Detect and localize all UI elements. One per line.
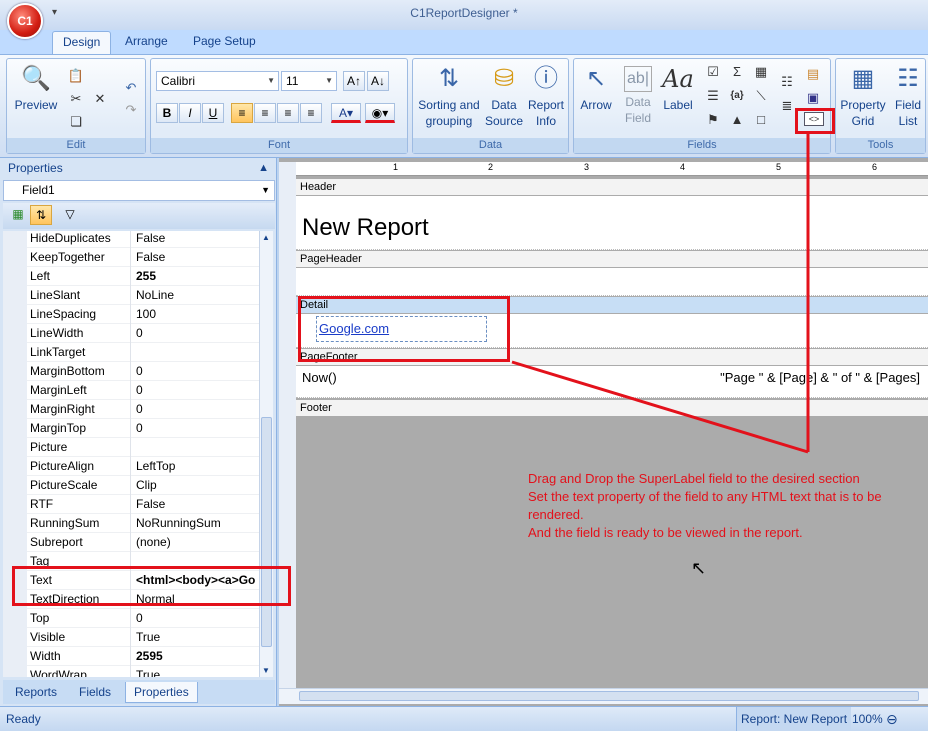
instruction-line: Drag and Drop the SuperLabel field to th… xyxy=(528,471,860,486)
mouse-cursor-icon: ↖ xyxy=(691,558,707,578)
instruction-line: And the field is ready to be viewed in t… xyxy=(528,525,803,540)
annotation-arrows xyxy=(511,134,810,454)
status-report: Report: New Report xyxy=(736,707,852,731)
status-bar: Ready Report: New Report 100% ⊖ xyxy=(0,706,928,731)
instruction-text: Drag and Drop the SuperLabel field to th… xyxy=(528,470,923,542)
zoom-level: 100% xyxy=(852,712,883,726)
status-text: Ready xyxy=(6,712,41,726)
instruction-line: Set the text property of the field to an… xyxy=(528,489,882,522)
zoom-out-icon[interactable]: ⊖ xyxy=(886,707,898,731)
app-menu-button[interactable]: C1 xyxy=(7,3,43,39)
